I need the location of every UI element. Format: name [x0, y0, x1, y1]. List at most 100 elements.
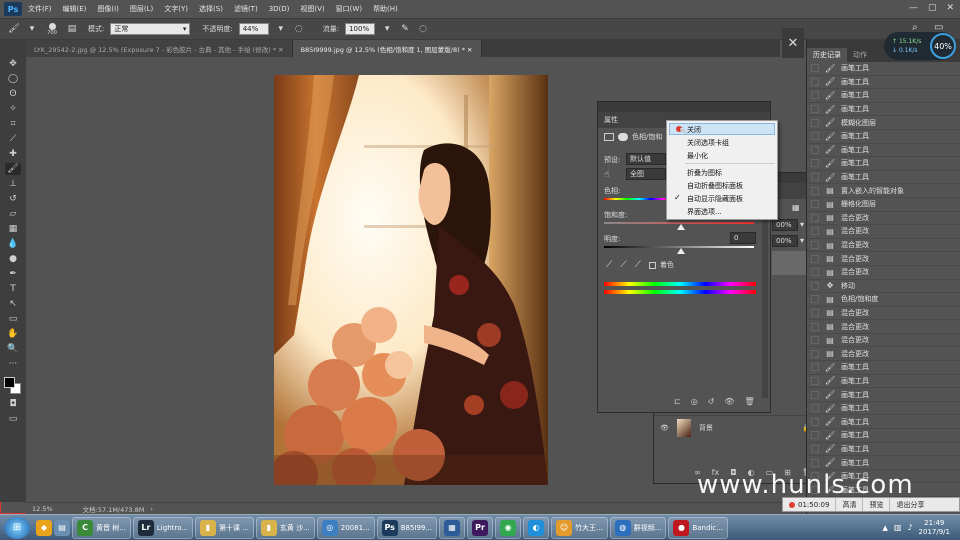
history-brush-source-checkbox[interactable]	[811, 458, 819, 467]
history-item[interactable]: 🖌 画笔工具	[807, 144, 960, 158]
type-tool-icon[interactable]: T	[5, 283, 21, 295]
view-previous-icon[interactable]: ◎	[691, 397, 698, 406]
history-brush-source-checkbox[interactable]	[811, 173, 819, 182]
lock-transparency-icon[interactable]: ▦	[792, 203, 800, 212]
taskbar-app-button[interactable]: ◐	[523, 516, 550, 539]
history-brush-source-checkbox[interactable]	[811, 268, 819, 277]
path-select-tool-icon[interactable]: ↖	[5, 298, 21, 310]
eyedropper-tool-icon[interactable]: ⟋	[5, 133, 21, 145]
taskbar-app-button[interactable]: ◎ 20081...	[316, 516, 375, 539]
marquee-tool-icon[interactable]: ◯	[5, 73, 21, 85]
hd-button[interactable]: 高清	[836, 498, 864, 511]
menu-image[interactable]: 图像(I)	[97, 4, 119, 14]
history-item[interactable]: 🖌 画笔工具	[807, 443, 960, 457]
brush-preset-picker[interactable]: 700	[44, 22, 60, 36]
quick-select-tool-icon[interactable]: ✧	[5, 103, 21, 115]
status-arrow-icon[interactable]: ›	[150, 505, 153, 513]
history-brush-source-checkbox[interactable]	[811, 132, 819, 141]
mask-icon[interactable]	[618, 133, 628, 141]
history-item[interactable]: ▤ 栅格化图层	[807, 198, 960, 212]
mode-select[interactable]: 正常 ▾	[110, 23, 191, 35]
preview-button[interactable]: 预览	[863, 498, 891, 511]
menu-3d[interactable]: 3D(D)	[269, 5, 290, 13]
hue-slider-track[interactable]	[604, 198, 674, 200]
history-item[interactable]: ▤ 混合更改	[807, 320, 960, 334]
brush-tool-icon[interactable]: 🖌	[5, 163, 21, 175]
minimize-button[interactable]: —	[909, 3, 918, 13]
volume-tray-icon[interactable]: ♪	[907, 523, 912, 532]
history-item[interactable]: ▤ 混合更改	[807, 239, 960, 253]
airbrush-icon[interactable]: ✎	[399, 23, 411, 35]
exit-share-button[interactable]: 退出分享	[890, 498, 930, 511]
history-item[interactable]: 🖌 画笔工具	[807, 130, 960, 144]
layer-row-background[interactable]: 👁 背景 🔒	[654, 415, 819, 439]
menu-filter[interactable]: 滤镜(T)	[234, 4, 258, 14]
history-item[interactable]: ▤ 色相/饱和度	[807, 293, 960, 307]
taskbar-app-button[interactable]: ● Bandic...	[668, 516, 728, 539]
menu-item-interface-options[interactable]: 界面选项...	[687, 207, 722, 217]
lightness-slider-thumb[interactable]	[677, 248, 685, 254]
history-item[interactable]: 🖌 画笔工具	[807, 103, 960, 117]
taskbar-app-button[interactable]: C 黄晋 树...	[72, 516, 131, 539]
eyedropper-minus-icon[interactable]: ⟋	[635, 260, 641, 270]
menu-window[interactable]: 窗口(W)	[336, 4, 362, 14]
chevron-down-icon[interactable]: ▾	[26, 23, 38, 35]
history-item[interactable]: 🖌 画笔工具	[807, 375, 960, 389]
lightness-input[interactable]: 0	[730, 232, 756, 244]
tab-history[interactable]: 历史记录	[807, 48, 847, 62]
history-brush-source-checkbox[interactable]	[811, 227, 819, 236]
menu-item-close[interactable]: 关闭	[687, 125, 701, 135]
pinned-app-icon[interactable]: ◆	[36, 519, 52, 536]
blur-tool-icon[interactable]: 💧	[5, 238, 21, 250]
document-tab-1[interactable]: LYK_29542-2.jpg @ 12.5% (Exposure 7 - 彩色…	[26, 40, 293, 57]
history-brush-source-checkbox[interactable]	[811, 105, 819, 114]
history-item[interactable]: 🖌 画笔工具	[807, 89, 960, 103]
tab-actions[interactable]: 动作	[847, 48, 873, 62]
history-brush-source-checkbox[interactable]	[811, 64, 819, 73]
chevron-down-icon[interactable]: ▾	[800, 220, 804, 229]
history-item[interactable]: 🖌 画笔工具	[807, 415, 960, 430]
tools-crossed-icon[interactable]: ✕	[788, 36, 799, 51]
history-item[interactable]: ▤ 混合更改	[807, 347, 960, 362]
start-button[interactable]: ⊞	[4, 516, 30, 539]
taskbar-app-button[interactable]: ◉	[495, 516, 522, 539]
dodge-tool-icon[interactable]: ●	[5, 253, 21, 265]
history-brush-source-checkbox[interactable]	[811, 431, 819, 440]
menu-edit[interactable]: 编辑(E)	[63, 4, 87, 14]
pen-tool-icon[interactable]: ✒	[5, 268, 21, 280]
history-brush-source-checkbox[interactable]	[811, 213, 819, 222]
lasso-tool-icon[interactable]: ʘ	[5, 88, 21, 100]
history-item[interactable]: 🖌 画笔工具	[807, 429, 960, 443]
zoom-tool-icon[interactable]: 🔍	[5, 343, 21, 355]
layer-opacity-input[interactable]: 00%	[772, 219, 798, 231]
quick-mask-icon[interactable]: ◘	[5, 398, 21, 410]
hand-tool-icon[interactable]: ✋	[5, 328, 21, 340]
zoom-level[interactable]: 12.5%	[32, 505, 53, 513]
foreground-color-swatch[interactable]	[4, 377, 15, 388]
eraser-tool-icon[interactable]: ▱	[5, 208, 21, 220]
flow-input[interactable]: 100%	[345, 23, 376, 35]
history-brush-source-checkbox[interactable]	[811, 77, 819, 86]
brush-panel-icon[interactable]: ▤	[66, 23, 78, 35]
chevron-down-icon[interactable]: ▾	[381, 23, 393, 35]
history-item[interactable]: 🖌 画笔工具	[807, 157, 960, 171]
taskbar-app-button[interactable]: Lr Lightro...	[132, 516, 193, 539]
history-brush-source-checkbox[interactable]	[811, 145, 819, 154]
taskbar-app-button[interactable]: ▮ 第十课 ...	[194, 516, 254, 539]
menu-item-collapse-to-icons[interactable]: 折叠为图标	[687, 168, 722, 178]
history-brush-source-checkbox[interactable]	[811, 254, 819, 263]
history-brush-tool-icon[interactable]: ↺	[5, 193, 21, 205]
menu-layer[interactable]: 图层(L)	[130, 4, 153, 14]
eyedropper-plus-icon[interactable]: ⟋	[620, 260, 626, 270]
healing-tool-icon[interactable]: ✚	[5, 148, 21, 160]
close-button[interactable]: ✕	[946, 3, 954, 13]
history-brush-source-checkbox[interactable]	[811, 404, 819, 413]
history-item[interactable]: ▤ 混合更改	[807, 212, 960, 226]
preset-select[interactable]: 默认值	[626, 153, 666, 165]
reset-icon[interactable]: ↺	[708, 397, 715, 406]
history-brush-source-checkbox[interactable]	[811, 322, 819, 331]
history-brush-source-checkbox[interactable]	[811, 349, 819, 358]
history-item[interactable]: ✥ 移动	[807, 280, 960, 294]
history-brush-source-checkbox[interactable]	[811, 295, 819, 304]
history-brush-source-checkbox[interactable]	[811, 376, 819, 385]
